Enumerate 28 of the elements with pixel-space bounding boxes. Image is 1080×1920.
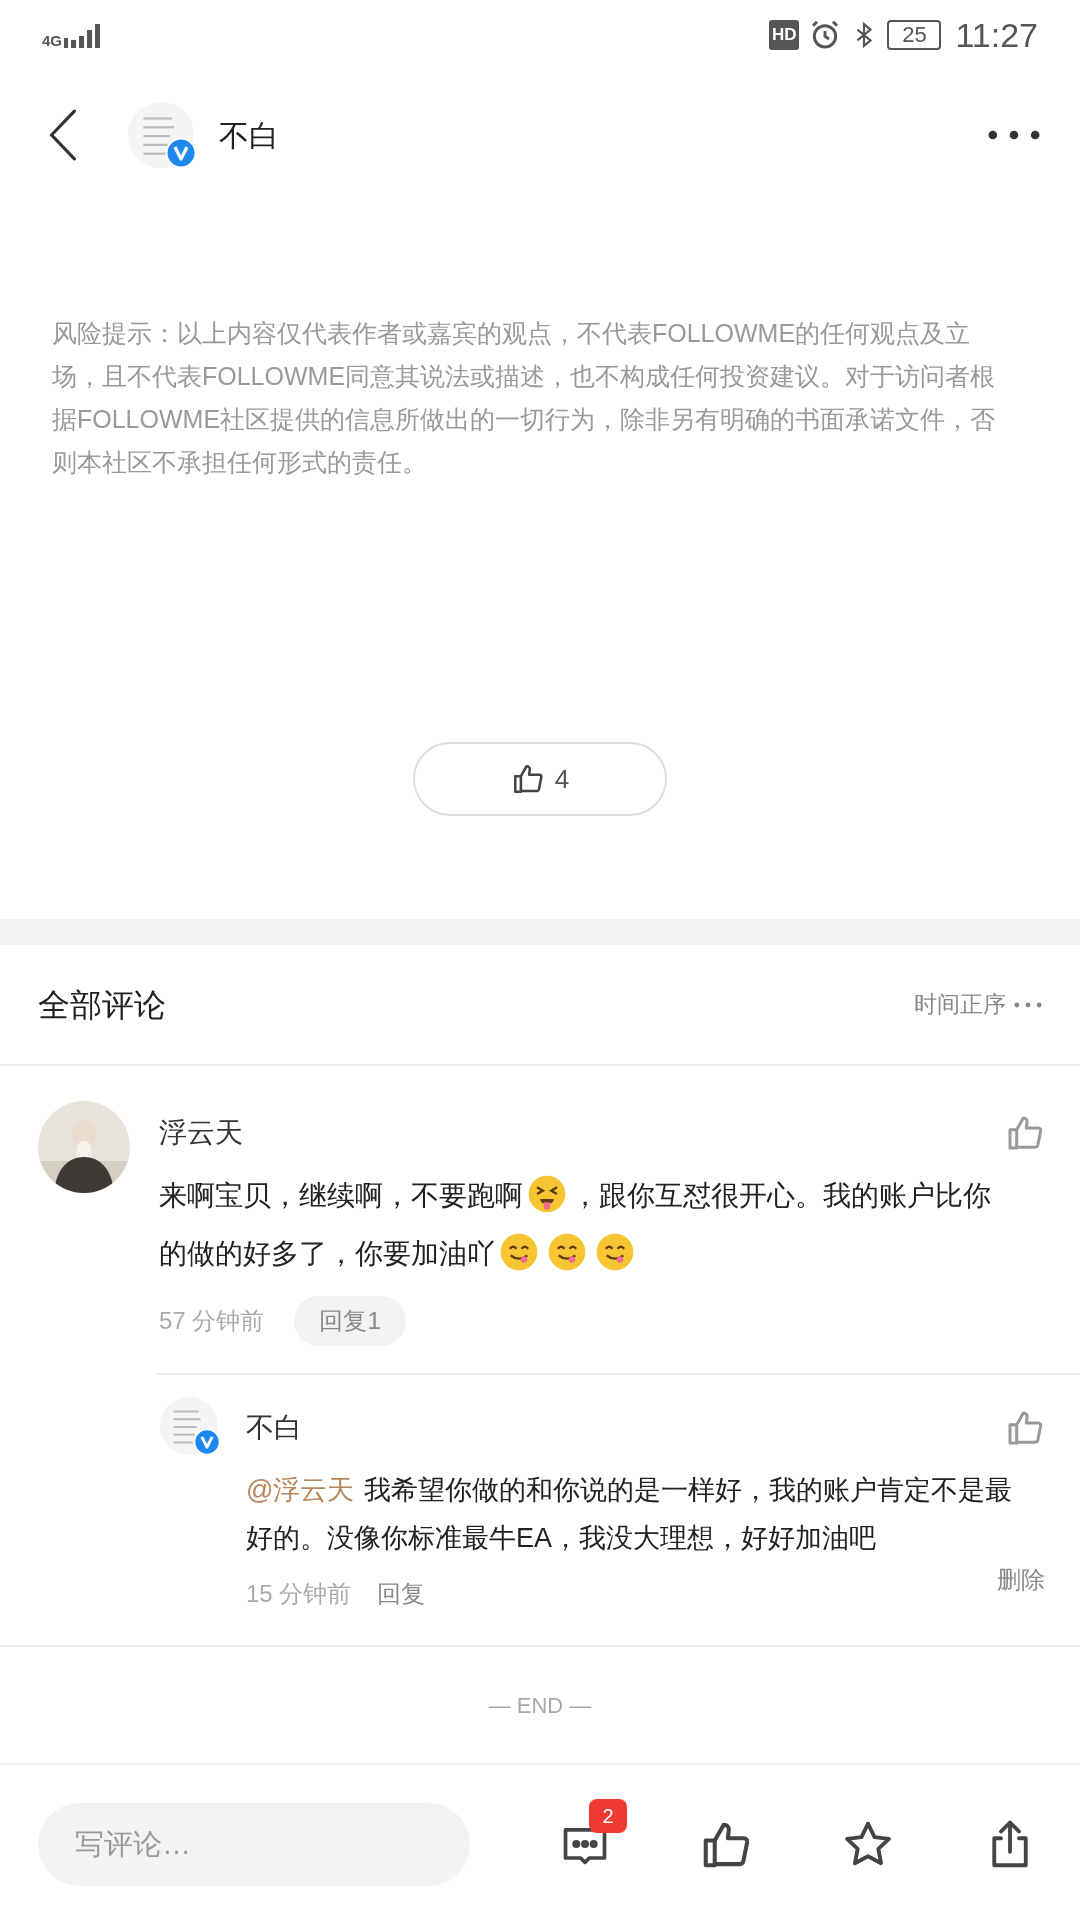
smiley-tongue-emoji-icon xyxy=(499,1232,539,1272)
comment-count-badge: 2 xyxy=(589,1798,627,1833)
back-icon[interactable] xyxy=(48,109,78,161)
sort-button[interactable]: 时间正序 xyxy=(914,987,1042,1022)
section-title: 全部评论 xyxy=(38,985,166,1025)
comment-time: 57 分钟前 xyxy=(159,1306,265,1336)
reply-link[interactable]: 回复 xyxy=(377,1576,426,1612)
network-label: 4G xyxy=(42,33,62,48)
comment-text: @浮云天 我希望你做的和你说的是一样好，我的账户肯定不是最好的。没像你标准最牛EA，我没大理想，好好加油吧 xyxy=(246,1474,1014,1555)
hd-badge: HD xyxy=(768,20,800,50)
verified-badge-icon xyxy=(194,1429,220,1455)
risk-disclaimer: 风险提示：以上内容仅代表作者或嘉宾的观点，不代表FOLLOWME的任何观点及立场，且不代表FOLLOWME同意其说法或描述，也不构成任何投资建议。对于访问者根据FOLLOWME社区提供的信息所做出的一切行为，除非另有明确的书面承诺文件，否则本社区不承担任何形式的责任。 xyxy=(52,318,997,478)
comment-text: 来啊宝贝，继续啊，不要跑啊 ，跟你互怼很开心。我的账户比你的做的好多了，你要加油吖 xyxy=(159,1167,1045,1283)
delete-link[interactable]: 删除 xyxy=(997,1562,1045,1598)
smiley-tongue-emoji-icon xyxy=(547,1232,587,1272)
squint-tongue-emoji-icon xyxy=(527,1174,567,1214)
verified-badge-icon xyxy=(166,138,196,168)
like-button[interactable]: 4 xyxy=(413,742,667,816)
battery-level-text: 25 xyxy=(902,24,927,46)
end-label: — END — xyxy=(488,1691,592,1720)
smiley-tongue-emoji-icon xyxy=(595,1232,635,1272)
status-time: 11:27 xyxy=(955,14,1038,56)
commenter-name[interactable]: 浮云天 xyxy=(159,1112,243,1154)
author-name[interactable]: 不白 xyxy=(219,112,279,158)
comment-time: 15 分钟前 xyxy=(246,1579,352,1609)
commenter-name[interactable]: 不白 xyxy=(246,1407,302,1449)
comment-input[interactable]: 写评论… xyxy=(38,1803,470,1886)
more-icon[interactable] xyxy=(988,130,1040,140)
